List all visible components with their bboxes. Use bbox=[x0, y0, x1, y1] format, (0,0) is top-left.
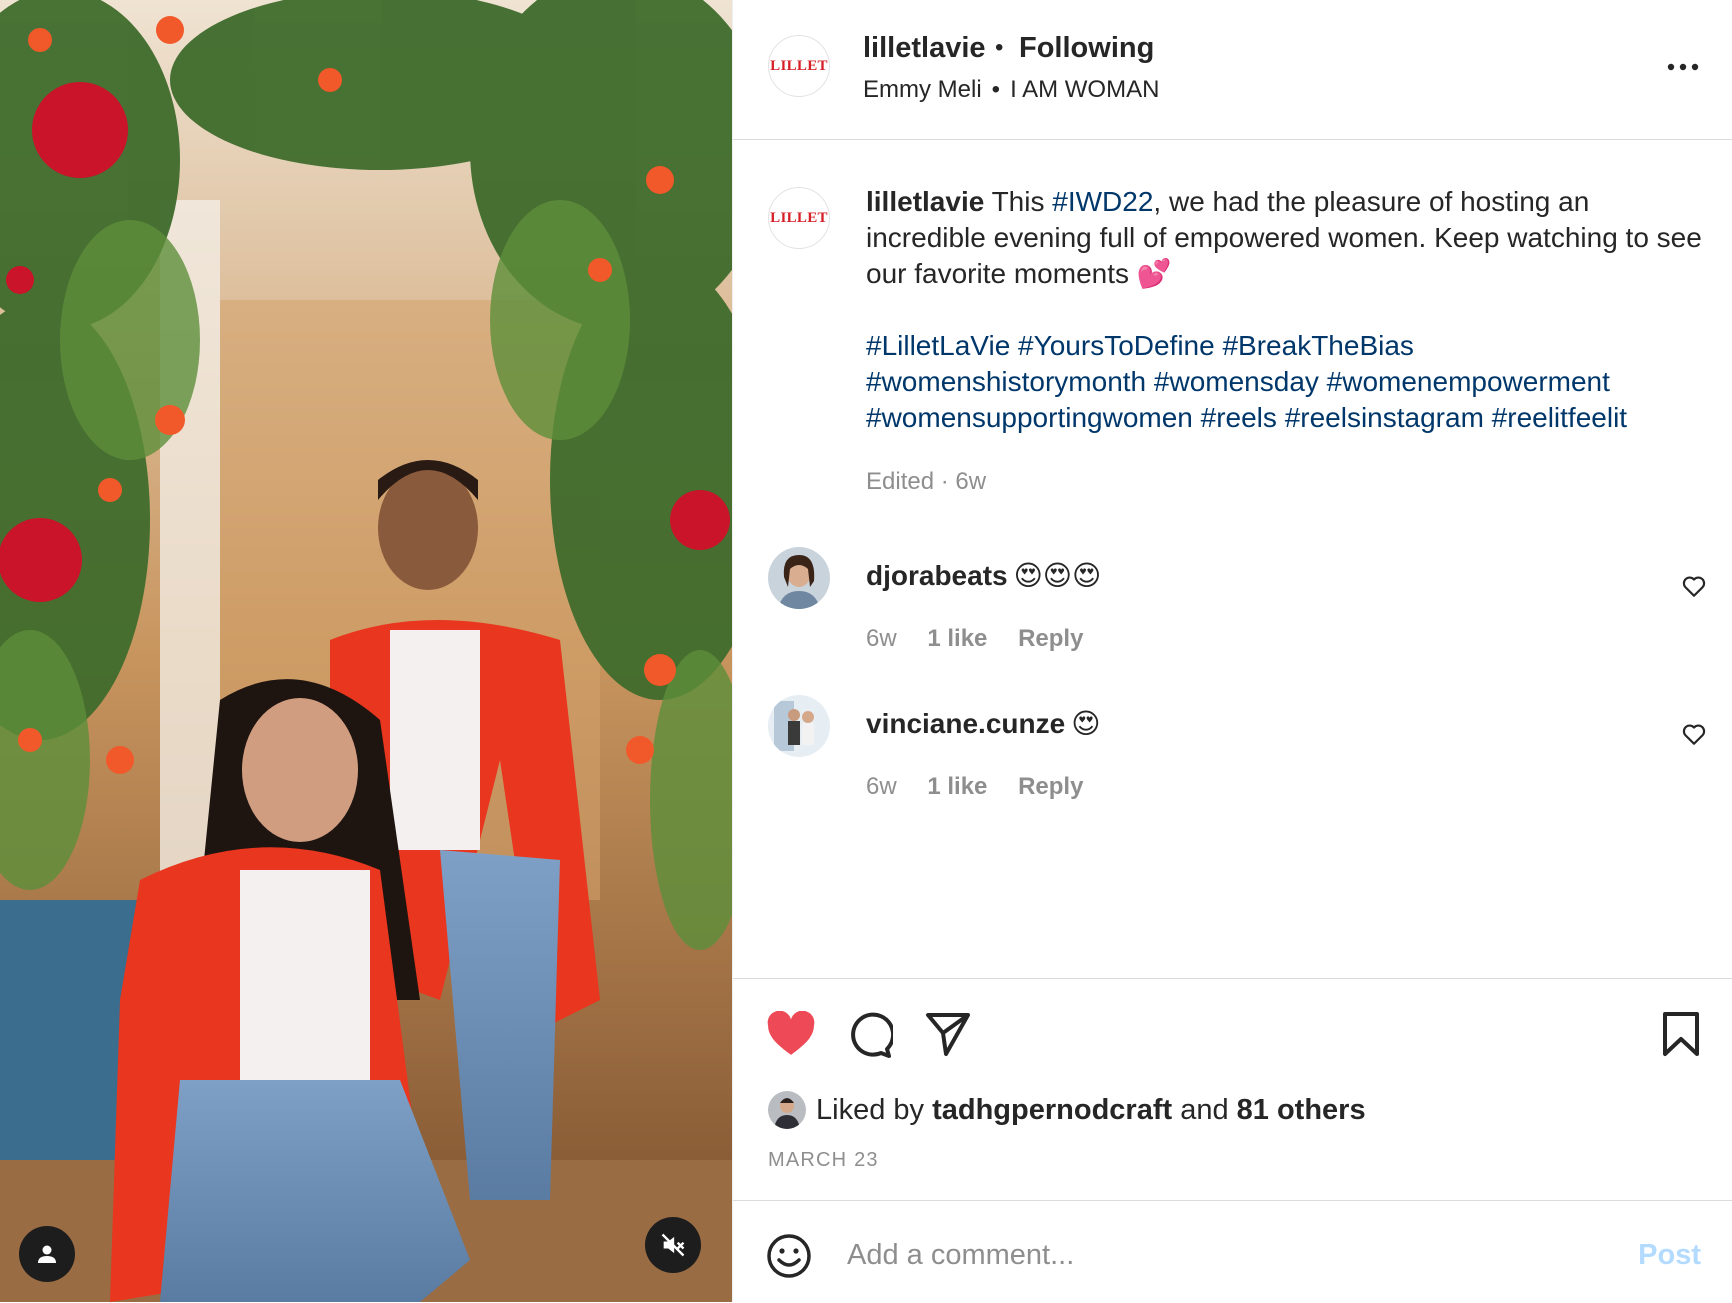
smiley-icon[interactable] bbox=[766, 1233, 812, 1279]
comment-input[interactable] bbox=[845, 1229, 1609, 1281]
heart-filled-icon[interactable] bbox=[766, 1011, 816, 1057]
caption-timestamp: Edited · 6w bbox=[866, 468, 987, 495]
heart-outline-icon[interactable] bbox=[1681, 721, 1707, 747]
commenter-avatar[interactable] bbox=[768, 695, 830, 757]
commenter-avatar[interactable] bbox=[768, 547, 830, 609]
caption-author-avatar[interactable]: LILLET bbox=[768, 187, 830, 249]
comment-time: 6w bbox=[866, 773, 897, 800]
post-side-panel: LILLET lilletlavie • Following Emmy Meli… bbox=[732, 0, 1732, 1302]
hashtag-link[interactable]: #reels bbox=[1201, 402, 1277, 433]
speaker-muted-icon bbox=[661, 1233, 685, 1257]
audio-attribution[interactable]: Emmy Meli • I AM WOMAN bbox=[863, 76, 1159, 104]
likes-summary: Liked by tadhgpernodcraft and 81 others bbox=[768, 1091, 1366, 1129]
hashtag-link[interactable]: #IWD22 bbox=[1052, 186, 1153, 217]
post-media[interactable] bbox=[0, 0, 732, 1302]
comment-username: djorabeats 😍😍😍 bbox=[866, 559, 1101, 592]
comment-likes-link[interactable]: 1 like bbox=[927, 773, 987, 800]
post-date[interactable]: MARCH 23 bbox=[768, 1149, 879, 1172]
post-comment-button[interactable]: Post bbox=[1638, 1239, 1701, 1272]
hashtag-link[interactable]: #womensday bbox=[1154, 366, 1319, 397]
comment-composer: Post bbox=[733, 1200, 1732, 1303]
reply-button[interactable]: Reply bbox=[1018, 625, 1083, 652]
post-actions: Liked by tadhgpernodcraft and 81 others … bbox=[733, 978, 1732, 1199]
hashtag-link[interactable]: #LilletLaVie bbox=[866, 330, 1010, 361]
tagged-people-button[interactable] bbox=[19, 1226, 75, 1282]
liker-avatar[interactable] bbox=[768, 1091, 806, 1129]
mute-toggle-button[interactable] bbox=[645, 1217, 701, 1273]
brand-logo-text: LILLET bbox=[770, 209, 828, 226]
brand-logo-text: LILLET bbox=[770, 57, 828, 74]
hashtag-link[interactable]: #reelitfeelit bbox=[1492, 402, 1627, 433]
hashtag-list: #LilletLaVie #YoursToDefine #BreakTheBia… bbox=[866, 328, 1706, 436]
reply-button[interactable]: Reply bbox=[1018, 773, 1083, 800]
more-options-button[interactable] bbox=[1663, 52, 1703, 82]
ellipsis-icon bbox=[1667, 63, 1699, 71]
comment-item: djorabeats 😍😍😍 6w 1 like Reply bbox=[733, 547, 1732, 657]
hashtag-link[interactable]: #reelsinstagram bbox=[1285, 402, 1484, 433]
caption-username[interactable]: lilletlavie bbox=[866, 186, 984, 217]
reel-video-frame bbox=[0, 0, 732, 1302]
author-username[interactable]: lilletlavie bbox=[863, 32, 986, 65]
post-caption: lilletlavie This #IWD22, we had the plea… bbox=[866, 184, 1706, 436]
hashtag-link[interactable]: #womenshistorymonth bbox=[866, 366, 1146, 397]
person-icon bbox=[38, 1245, 56, 1263]
comment-text: 😍 bbox=[1071, 708, 1101, 739]
audio-title: I AM WOMAN bbox=[1010, 76, 1160, 103]
separator-dot: • bbox=[995, 34, 1004, 61]
author-avatar[interactable]: LILLET bbox=[768, 35, 830, 97]
comment-time: 6w bbox=[866, 625, 897, 652]
comment-meta: 6w 1 like Reply bbox=[866, 773, 1107, 801]
liked-and-label: and bbox=[1180, 1093, 1229, 1126]
comment-likes-link[interactable]: 1 like bbox=[927, 625, 987, 652]
comment-username: vinciane.cunze 😍 bbox=[866, 707, 1100, 740]
caption-text-start: This bbox=[991, 186, 1053, 217]
heart-outline-icon[interactable] bbox=[1681, 573, 1707, 599]
comment-username-link[interactable]: djorabeats bbox=[866, 560, 1008, 591]
hashtag-link[interactable]: #womenempowerment bbox=[1327, 366, 1610, 397]
audio-artist: Emmy Meli bbox=[863, 76, 982, 103]
comment-meta: 6w 1 like Reply bbox=[866, 625, 1107, 653]
post-header: LILLET lilletlavie • Following Emmy Meli… bbox=[733, 0, 1732, 140]
comment-item: vinciane.cunze 😍 6w 1 like Reply bbox=[733, 695, 1732, 805]
hashtag-link[interactable]: #YoursToDefine bbox=[1018, 330, 1215, 361]
comment-text: 😍😍😍 bbox=[1013, 560, 1102, 591]
comment-icon[interactable] bbox=[845, 1011, 893, 1059]
paper-plane-icon[interactable] bbox=[925, 1011, 971, 1057]
following-button[interactable]: Following bbox=[1019, 32, 1154, 65]
comment-username-link[interactable]: vinciane.cunze bbox=[866, 708, 1065, 739]
liked-others-link[interactable]: 81 others bbox=[1237, 1094, 1366, 1127]
hashtag-link[interactable]: #womensupportingwomen bbox=[866, 402, 1193, 433]
liked-by-label: Liked by bbox=[816, 1093, 925, 1126]
bookmark-icon[interactable] bbox=[1661, 1011, 1701, 1057]
liked-by-user-link[interactable]: tadhgpernodcraft bbox=[932, 1094, 1172, 1127]
hashtag-link[interactable]: #BreakTheBias bbox=[1222, 330, 1413, 361]
separator-dot: • bbox=[991, 76, 1001, 103]
